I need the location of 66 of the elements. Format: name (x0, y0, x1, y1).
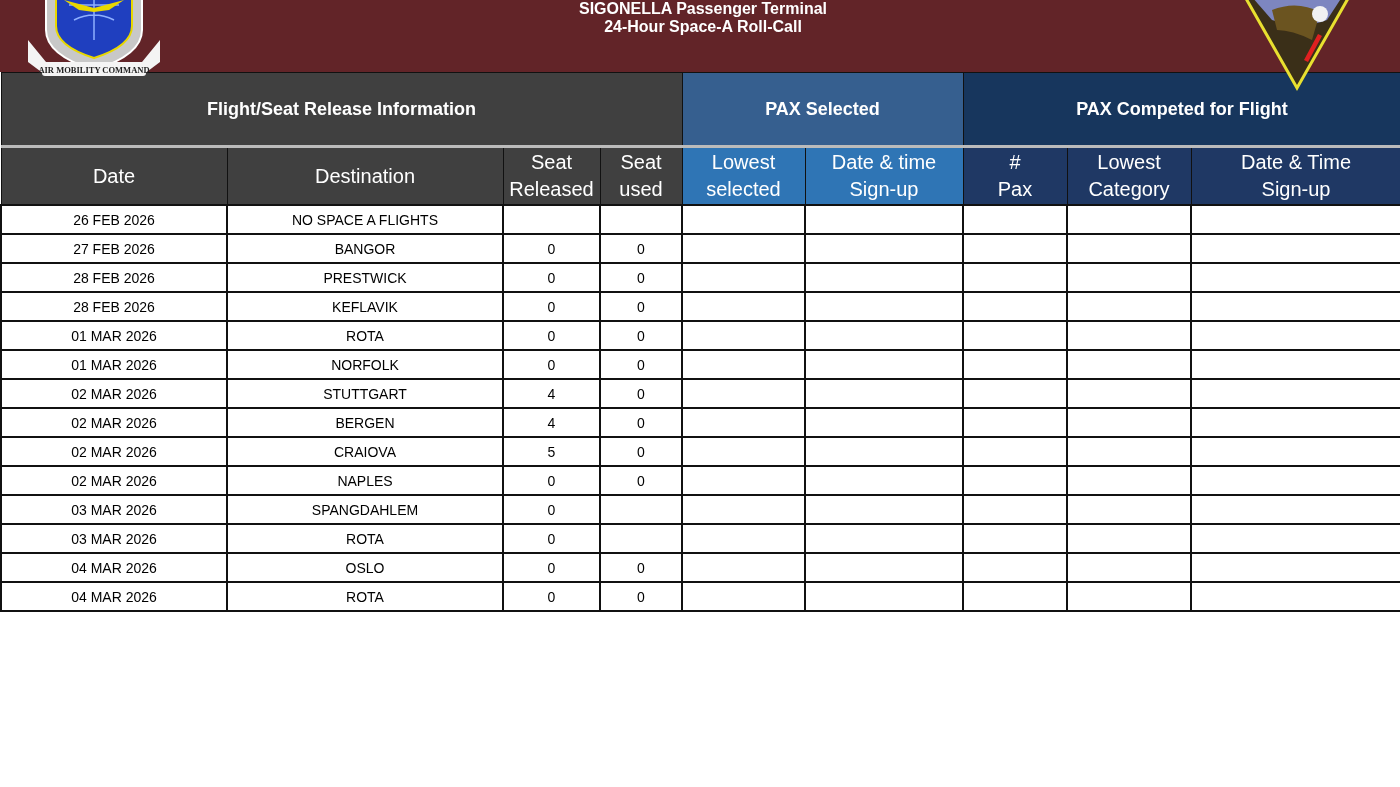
table-cell: 0 (600, 437, 682, 466)
column-header: Seat used (600, 146, 682, 205)
table-cell: 0 (600, 234, 682, 263)
column-header: Lowest Category (1067, 146, 1191, 205)
table-cell: 01 MAR 2026 (1, 321, 227, 350)
table-cell: 02 MAR 2026 (1, 408, 227, 437)
table-cell: ROTA (227, 582, 503, 611)
table-cell: 0 (503, 495, 600, 524)
table-cell: 0 (600, 553, 682, 582)
table-cell: 0 (503, 466, 600, 495)
table-cell: 0 (600, 292, 682, 321)
group-header: Flight/Seat Release Information (1, 72, 682, 147)
table-cell: 0 (503, 321, 600, 350)
table-cell: BANGOR (227, 234, 503, 263)
table-cell: 02 MAR 2026 (1, 379, 227, 408)
table-cell: 0 (503, 524, 600, 553)
table-cell: 0 (600, 379, 682, 408)
table-cell: NO SPACE A FLIGHTS (227, 205, 503, 234)
table-cell: OSLO (227, 553, 503, 582)
table-cell: 0 (503, 350, 600, 379)
table-cell: KEFLAVIK (227, 292, 503, 321)
table-cell: NORFOLK (227, 350, 503, 379)
table-cell: 0 (600, 582, 682, 611)
table-cell: 4 (503, 408, 600, 437)
table-cell: BERGEN (227, 408, 503, 437)
table-cell: NAPLES (227, 466, 503, 495)
column-header: Destination (227, 146, 503, 205)
table-cell: CRAIOVA (227, 437, 503, 466)
table-cell: 0 (600, 321, 682, 350)
column-header: Date & Time Sign-up (1191, 146, 1400, 205)
table-cell: 0 (600, 350, 682, 379)
table-cell: 0 (600, 408, 682, 437)
table-cell: 04 MAR 2026 (1, 553, 227, 582)
table-cell: PRESTWICK (227, 263, 503, 292)
table-cell: 03 MAR 2026 (1, 524, 227, 553)
table-cell: ROTA (227, 524, 503, 553)
table-cell: 0 (503, 553, 600, 582)
table-cell: 5 (503, 437, 600, 466)
table-cell: 04 MAR 2026 (1, 582, 227, 611)
banner-title: 24-Hour Space-A Roll-Call (604, 18, 802, 36)
column-header: Seat Released (503, 146, 600, 205)
table-cell: 02 MAR 2026 (1, 466, 227, 495)
table-cell: 28 FEB 2026 (1, 263, 227, 292)
table-cell: 0 (503, 582, 600, 611)
column-header: # Pax (963, 146, 1067, 205)
table-cell: 0 (503, 263, 600, 292)
table-cell: 28 FEB 2026 (1, 292, 227, 321)
table-cell: SPANGDAHLEM (227, 495, 503, 524)
table-cell: 0 (503, 292, 600, 321)
banner-title: SIGONELLA Passenger Terminal (578, 0, 828, 18)
column-header: Date (1, 146, 227, 205)
group-header: PAX Selected (682, 72, 963, 147)
table-cell: 0 (503, 234, 600, 263)
table-cell: 0 (600, 263, 682, 292)
table-cell: 4 (503, 379, 600, 408)
table-cell: 01 MAR 2026 (1, 350, 227, 379)
table-cell: 26 FEB 2026 (1, 205, 227, 234)
table-cell: STUTTGART (227, 379, 503, 408)
column-header: Lowest selected (682, 146, 805, 205)
group-header: PAX Competed for Flight (963, 72, 1400, 147)
table-cell: 03 MAR 2026 (1, 495, 227, 524)
table-cell: 27 FEB 2026 (1, 234, 227, 263)
table-cell: 0 (600, 466, 682, 495)
table-cell: 02 MAR 2026 (1, 437, 227, 466)
column-header: Date & time Sign-up (805, 146, 963, 205)
table-cell: ROTA (227, 321, 503, 350)
